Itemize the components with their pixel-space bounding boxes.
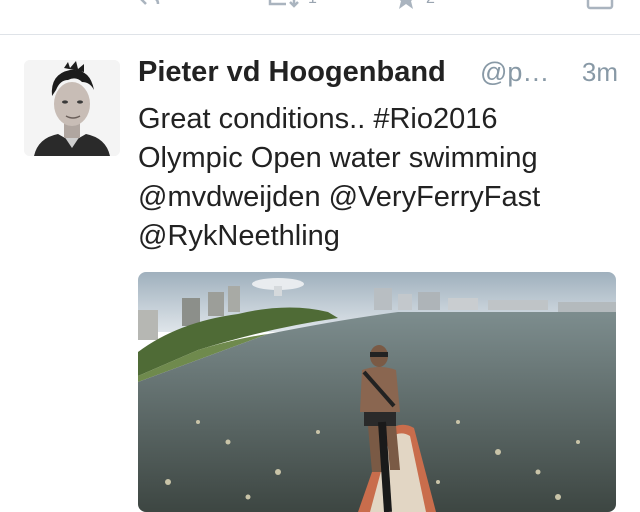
tweet-timestamp[interactable]: 3m xyxy=(582,57,618,88)
tweet-divider xyxy=(0,34,640,35)
tweet-header: Pieter vd Hoogenband @p… 3m xyxy=(138,56,618,92)
reply-icon[interactable] xyxy=(138,0,160,15)
star-icon[interactable] xyxy=(394,0,418,15)
user-handle[interactable]: @p… xyxy=(480,57,549,88)
tweet-text-line: Great conditions.. #Rio2016 xyxy=(138,103,498,135)
tweet-text-line: Olympic Open water swimming xyxy=(138,142,538,174)
previous-tweet-action-bar: 1 2 xyxy=(0,0,640,34)
tweet-text-line: @mvdweijden @VeryFerryFast xyxy=(138,181,541,213)
display-name[interactable]: Pieter vd Hoogenband xyxy=(138,56,446,89)
avatar[interactable] xyxy=(24,60,120,156)
more-icon[interactable] xyxy=(586,0,614,15)
retweet-icon[interactable] xyxy=(266,0,300,15)
favorite-count: 2 xyxy=(426,0,435,8)
retweet-count: 1 xyxy=(308,0,317,8)
tweet-media-photo[interactable] xyxy=(138,272,616,512)
tweet-text-line: @RykNeethling xyxy=(138,220,340,252)
tweet-text: Great conditions.. #Rio2016 Olympic Open… xyxy=(138,100,618,256)
